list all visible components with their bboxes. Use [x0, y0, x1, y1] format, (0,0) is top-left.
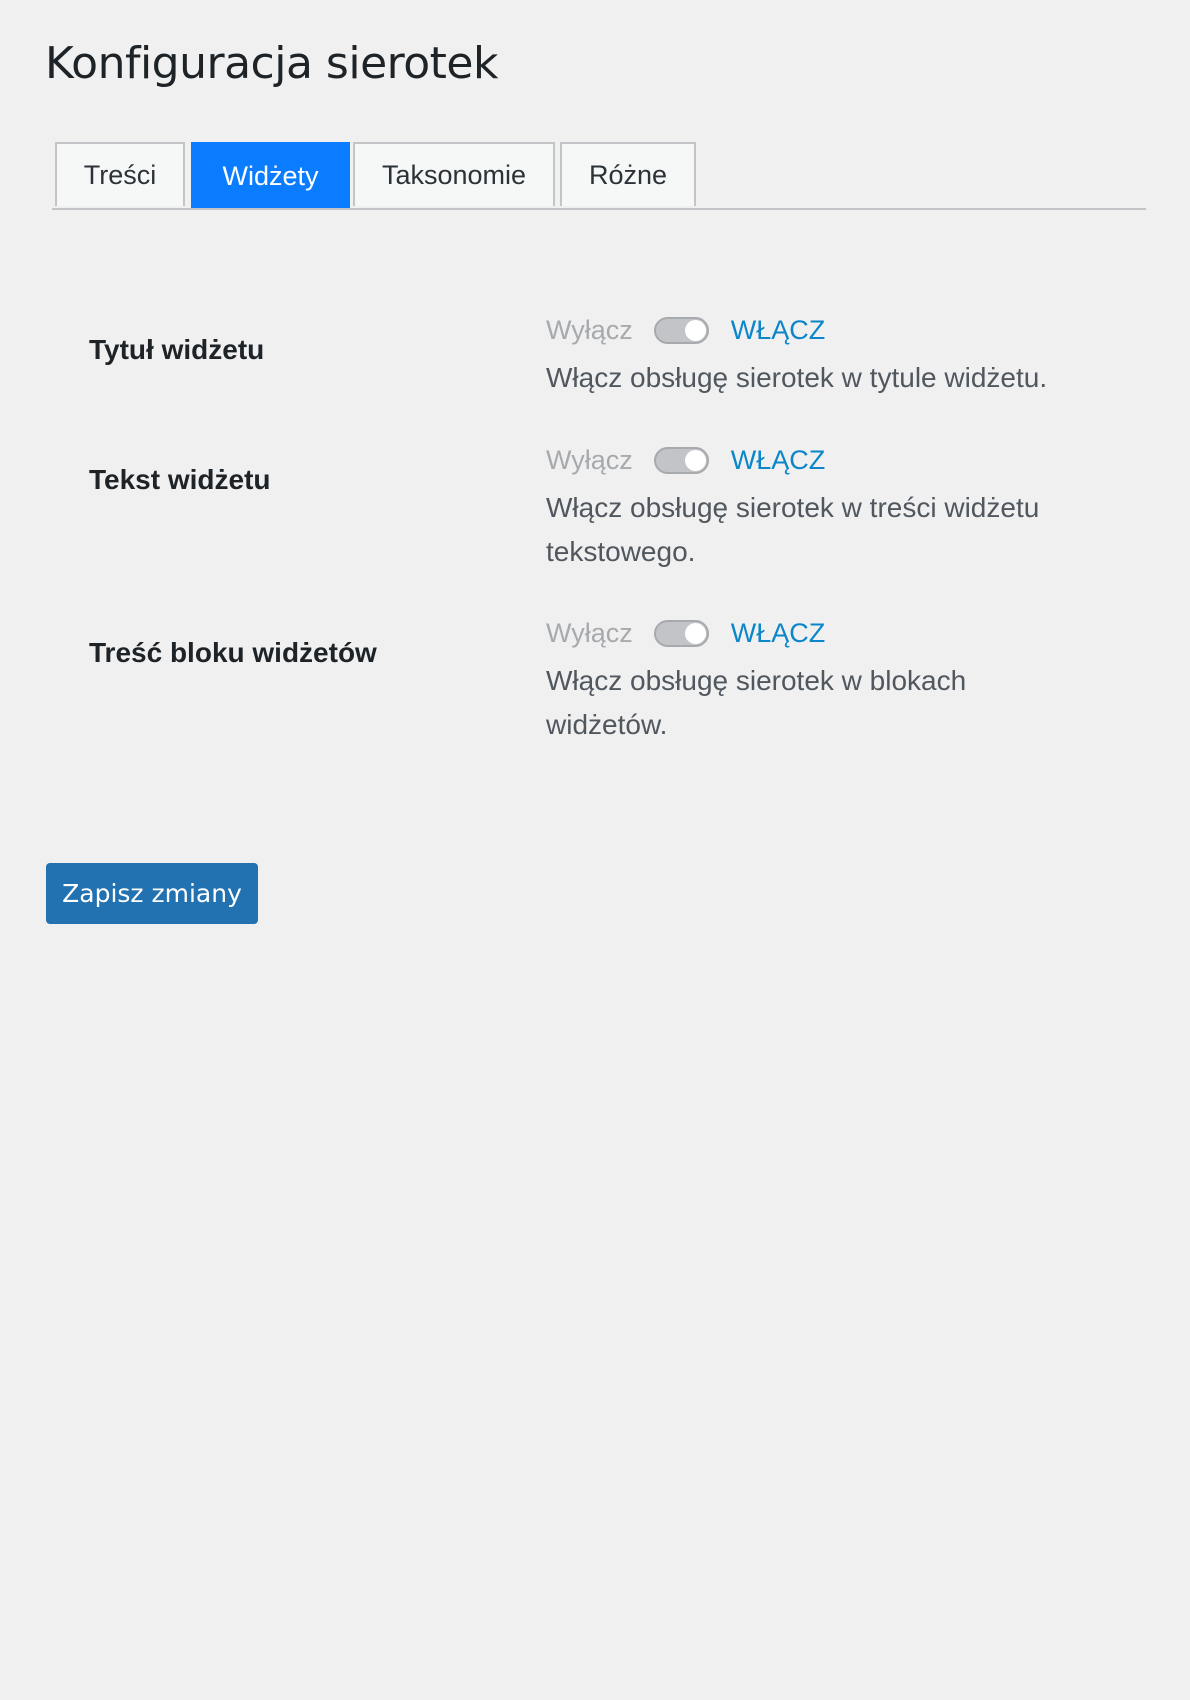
- tab-taksonomie[interactable]: Taksonomie: [353, 142, 555, 206]
- tab-bar: Treści Widżety Taksonomie Różne: [52, 142, 1146, 210]
- setting-field: Wyłącz WŁĄCZ Włącz obsługę sierotek w ty…: [546, 310, 1086, 400]
- toggle-on-label[interactable]: WŁĄCZ: [731, 618, 826, 649]
- setting-description: Włącz obsługę sierotek w treści widżetu …: [546, 492, 1040, 567]
- setting-field: Wyłącz WŁĄCZ Włącz obsługę sierotek w tr…: [546, 440, 1086, 574]
- tab-widzety[interactable]: Widżety: [191, 142, 350, 208]
- page-title: Konfiguracja sierotek: [45, 38, 498, 89]
- toggle-off-label[interactable]: Wyłącz: [546, 445, 633, 476]
- toggle-on-label[interactable]: WŁĄCZ: [731, 315, 826, 346]
- setting-description: Włącz obsługę sierotek w blokach widżetó…: [546, 665, 967, 740]
- toggle-on-label[interactable]: WŁĄCZ: [731, 445, 826, 476]
- setting-label: Tekst widżetu: [89, 464, 271, 495]
- tab-tresci[interactable]: Treści: [55, 142, 185, 206]
- setting-description: Włącz obsługę sierotek w tytule widżetu.: [546, 362, 1048, 393]
- toggle-switch[interactable]: [653, 316, 709, 344]
- toggle-switch-group: Wyłącz WŁĄCZ: [546, 310, 1086, 350]
- setting-field: Wyłącz WŁĄCZ Włącz obsługę sierotek w bl…: [546, 613, 1086, 747]
- toggle-off-label[interactable]: Wyłącz: [546, 618, 633, 649]
- toggle-switch[interactable]: [653, 446, 709, 474]
- save-changes-button[interactable]: Zapisz zmiany: [46, 863, 258, 924]
- setting-label: Treść bloku widżetów: [89, 637, 377, 668]
- toggle-switch-group: Wyłącz WŁĄCZ: [546, 440, 1086, 480]
- toggle-knob: [684, 622, 706, 644]
- toggle-switch[interactable]: [653, 619, 709, 647]
- tab-rozne[interactable]: Różne: [560, 142, 696, 206]
- toggle-knob: [684, 449, 706, 471]
- setting-label: Tytuł widżetu: [89, 334, 265, 365]
- toggle-off-label[interactable]: Wyłącz: [546, 315, 633, 346]
- toggle-switch-group: Wyłącz WŁĄCZ: [546, 613, 1086, 653]
- toggle-knob: [684, 319, 706, 341]
